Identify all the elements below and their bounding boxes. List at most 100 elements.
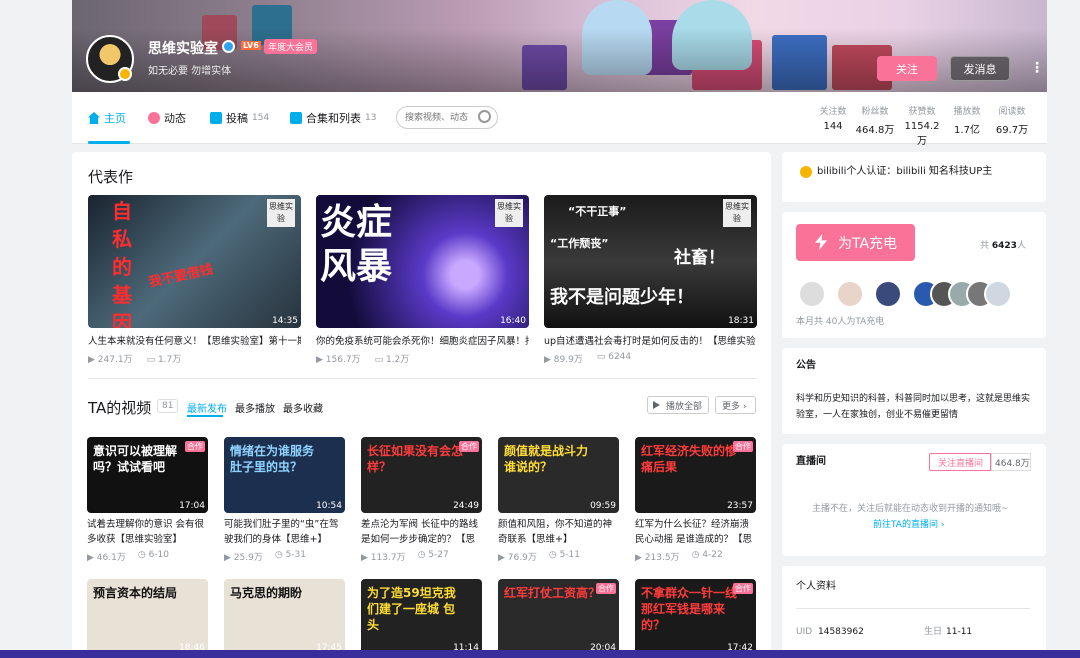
danmaku-icon: ▭ xyxy=(146,355,158,365)
publish-date-value: 4-22 xyxy=(702,550,723,560)
live-room-link-label: 前往TA的直播间 xyxy=(873,520,938,530)
video-duration: 23:57 xyxy=(727,501,753,511)
video-meta: ▶ 25.9万 ◷ 5-31 xyxy=(224,550,306,563)
play-count: ▶ 25.9万 xyxy=(224,550,263,563)
stat-item: 阅读数 69.7万 xyxy=(990,104,1034,136)
clock-icon: ◷ xyxy=(691,550,703,560)
notice-text: 科学和历史知识的科普，科普同时加以思考，这就是思维实验室，一人在家独创，创业不易… xyxy=(796,394,1031,420)
video-title-link[interactable]: 试着去理解你的意识 会有很多收获【思维实验室】 xyxy=(87,517,208,547)
divider xyxy=(88,378,756,379)
search-icon[interactable] xyxy=(478,110,491,123)
stat-value: 1.7亿 xyxy=(954,125,980,136)
masterpiece-thumbnail[interactable]: 思维实验 “不干正事” “工作颓丧” 社畜！ 我不是问题少年！ 18:31 xyxy=(544,195,757,328)
video-title-link[interactable]: 差点沦为军阀 长征中的路线是如何一步步确定的？【思维实 xyxy=(361,517,482,547)
thumbnail-text: 自私的基因 xyxy=(112,199,132,328)
video-thumbnail[interactable]: 为了造59坦克我们建了一座城 包头 11:14 xyxy=(361,579,482,655)
masterpiece-title-link[interactable]: 人生本来就没有任何意义！【思维实验室】第十一期 xyxy=(88,334,301,349)
collections-count: 13 xyxy=(365,113,377,123)
stat-item: 关注数 144 xyxy=(811,104,855,132)
video-thumbnail[interactable]: 意识可以被理解吗？试试看吧 合作 17:04 xyxy=(87,437,208,513)
masterpiece-title-link[interactable]: 你的免疫系统可能会杀死你！细胞炎症因子风暴！托 xyxy=(316,334,529,349)
thumbnail-text: 长征如果没有会怎样？ xyxy=(367,444,464,474)
message-button[interactable]: 发消息 xyxy=(950,56,1010,81)
video-duration: 10:54 xyxy=(316,501,342,511)
charger-avatar[interactable] xyxy=(874,280,902,308)
play-icon xyxy=(653,401,660,409)
tab-most-fav[interactable]: 最多收藏 xyxy=(283,400,323,415)
video-thumbnail[interactable]: 颜值就是战斗力 谁说的？ 09:59 xyxy=(498,437,619,513)
thumbnail-overlay: 我不要借钱 xyxy=(147,262,215,291)
series-badge: 思维实验 xyxy=(495,199,523,227)
thumbnail-text: 炎症风暴 xyxy=(320,202,393,287)
home-icon xyxy=(88,112,100,124)
video-thumbnail[interactable]: 情绪在为谁服务 肚子里的虫？ 10:54 xyxy=(224,437,345,513)
tab-collections[interactable]: 合集和列表 13 xyxy=(290,110,376,126)
thumbnail-quote-2: “工作颓丧” xyxy=(550,237,609,250)
charge-total-suffix: 人 xyxy=(1016,241,1026,251)
video-thumbnail[interactable]: 红军经济失败的惨痛后果 合作 23:57 xyxy=(635,437,756,513)
danmaku-icon: ▭ xyxy=(374,355,386,365)
video-title-link[interactable]: 红军为什么长征？经济崩溃 民心动摇 是谁造成的？【思维实 xyxy=(635,517,756,547)
video-title-link[interactable]: 颜值和风阻，你不知道的神奇联系【思维+】 xyxy=(498,517,619,547)
video-meta: ▶ 89.9万 ▭ 6244 xyxy=(544,352,631,365)
video-thumbnail[interactable]: 马克思的期盼 17:45 xyxy=(224,579,345,655)
danmaku-count: ▭ 6244 xyxy=(597,352,631,365)
live-room-link[interactable]: 前往TA的直播间 › xyxy=(873,517,944,533)
charger-avatar[interactable] xyxy=(984,280,1012,308)
masterpiece-thumbnail[interactable]: 思维实验 炎症风暴 16:40 xyxy=(316,195,529,328)
verify-icon xyxy=(222,40,235,53)
video-title-link[interactable]: 可能我们肚子里的“虫”在驾驶我们的身体【思维+】 xyxy=(224,517,345,547)
charger-avatar[interactable] xyxy=(798,280,826,308)
play-count-icon: ▶ xyxy=(224,553,234,563)
video-thumbnail[interactable]: 长征如果没有会怎样？ 合作 24:49 xyxy=(361,437,482,513)
play-count-icon: ▶ xyxy=(88,355,98,365)
publish-date: ◷ 5-31 xyxy=(275,550,306,563)
live-follow-button[interactable]: 关注直播间 xyxy=(929,453,991,471)
danmaku-count-value: 1.2万 xyxy=(385,355,410,365)
tab-home[interactable]: 主页 xyxy=(88,110,126,126)
clock-icon: ◷ xyxy=(417,550,429,560)
clock-icon: ◷ xyxy=(274,550,286,560)
charge-button[interactable]: 为TA充电 xyxy=(796,224,915,261)
video-thumbnail[interactable]: 预言资本的结局 18:46 xyxy=(87,579,208,655)
collab-tag: 合作 xyxy=(185,441,205,452)
tab-latest[interactable]: 最新发布 xyxy=(187,400,227,415)
tab-posts[interactable]: 投稿 154 xyxy=(210,110,269,126)
thumbnail-text: 为了造59坦克我们建了一座城 包头 xyxy=(367,586,456,632)
play-count-icon: ▶ xyxy=(635,553,645,563)
thumbnail-text: 预言资本的结局 xyxy=(93,586,178,600)
more-button[interactable]: 更多 › xyxy=(715,396,756,414)
thumbnail-text: 意识可以被理解吗？试试看吧 xyxy=(93,444,178,474)
collab-tag: 合作 xyxy=(459,441,479,452)
vip-badge: 年度大会员 xyxy=(264,39,318,54)
birthday-label: 生日 xyxy=(924,627,943,637)
birthday-value: 11-11 xyxy=(946,627,973,637)
stat-value: 144 xyxy=(823,121,843,132)
video-duration: 24:49 xyxy=(453,501,479,511)
masterpiece-title-link[interactable]: up自述遭遇社会毒打时是如何反击的！【思维实验 xyxy=(544,334,757,349)
video-thumbnail[interactable]: 红军打仗工资高？ 合作 20:04 xyxy=(498,579,619,655)
tab-most-play[interactable]: 最多播放 xyxy=(235,400,275,415)
video-duration: 16:40 xyxy=(500,316,526,326)
video-meta: ▶ 156.7万 ▭ 1.2万 xyxy=(316,352,409,365)
play-count-icon: ▶ xyxy=(361,553,371,563)
stat-value: 1154.2万 xyxy=(904,121,940,147)
charge-month: 本月共 40人为TA充电 xyxy=(796,317,885,327)
video-thumbnail[interactable]: 不拿群众一针一线那红军钱是哪来的？ 合作 17:42 xyxy=(635,579,756,655)
thumbnail-text: 情绪在为谁服务 肚子里的虫？ xyxy=(230,444,315,474)
video-duration: 17:04 xyxy=(179,501,205,511)
publish-date: ◷ 5-11 xyxy=(549,550,580,563)
video-duration: 09:59 xyxy=(590,501,616,511)
play-count: ▶ 113.7万 xyxy=(361,550,406,563)
stat-label: 关注数 xyxy=(819,107,847,117)
tab-dynamic[interactable]: 动态 xyxy=(148,110,186,126)
follow-button[interactable]: 关注 xyxy=(877,56,937,81)
masterpiece-thumbnail[interactable]: 思维实验 自私的基因 我不要借钱 14:35 xyxy=(88,195,301,328)
thumbnail-quote-1: “不干正事” xyxy=(568,205,627,218)
uid-value: 14583962 xyxy=(818,627,864,637)
play-count-value: 156.7万 xyxy=(325,355,361,365)
play-count: ▶ 247.1万 xyxy=(88,352,133,365)
charger-avatar[interactable] xyxy=(836,280,864,308)
posts-count: 154 xyxy=(252,113,270,123)
more-options-icon[interactable]: ⋮ xyxy=(1030,60,1044,76)
